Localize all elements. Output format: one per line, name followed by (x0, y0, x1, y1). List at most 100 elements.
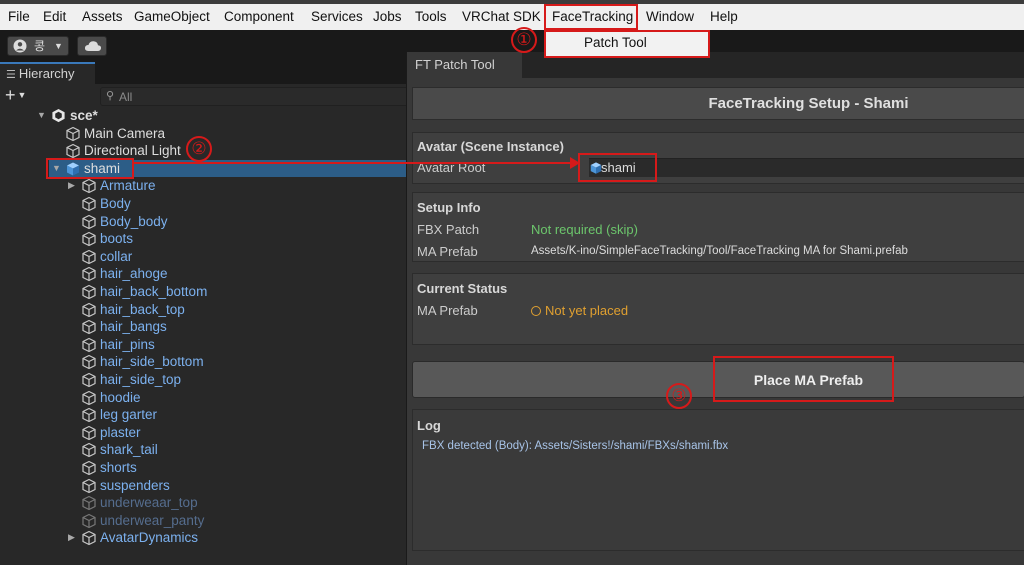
fbx-patch-value: Not required (skip) (531, 222, 638, 237)
list-item-label: leg garter (100, 407, 158, 423)
list-item[interactable]: ▶ Armature (0, 177, 410, 195)
list-item[interactable]: hair_pins (0, 336, 410, 354)
list-item[interactable]: hair_back_bottom (0, 283, 410, 301)
step-badge-2: ② (186, 136, 212, 162)
gameobject-icon (81, 478, 97, 494)
list-item-label: Armature (100, 178, 156, 194)
step-badge-1: ① (511, 27, 537, 53)
list-item-label: Body (100, 196, 131, 211)
add-object-button[interactable]: + ▼ (5, 86, 35, 106)
gameobject-icon (65, 126, 81, 142)
list-item[interactable]: hair_side_bottom (0, 353, 410, 371)
fbx-patch-label: FBX Patch (417, 222, 480, 237)
chevron-down-icon: ▼ (17, 90, 27, 100)
highlight-avatar-root-field (578, 153, 657, 182)
gameobject-icon (81, 442, 97, 458)
gameobject-icon (81, 178, 97, 194)
menu-jobs[interactable]: Jobs (373, 4, 402, 30)
list-item-label: hair_ahoge (100, 266, 168, 282)
gameobject-icon (81, 196, 97, 212)
gameobject-icon (81, 425, 97, 441)
list-item[interactable]: underwear_panty (0, 512, 410, 530)
list-item[interactable]: collar (0, 248, 410, 266)
list-item[interactable]: suspenders (0, 477, 410, 495)
list-item[interactable]: hair_ahoge (0, 265, 410, 283)
cloud-icon (84, 41, 102, 51)
menu-services[interactable]: Services (311, 4, 363, 30)
hierarchy-search-row: + ▼ ⚲ (0, 84, 410, 108)
list-item[interactable]: Body (0, 195, 410, 213)
menu-vrchat-sdk[interactable]: VRChat SDK (462, 4, 541, 30)
gameobject-icon (81, 372, 97, 388)
list-item[interactable]: hair_bangs (0, 318, 410, 336)
list-item-label: plaster (100, 424, 141, 440)
menu-window[interactable]: Window (646, 4, 694, 30)
gameobject-icon (81, 266, 97, 282)
list-item-label: hair_pins (100, 336, 155, 352)
menu-item-patch-tool[interactable]: Patch Tool (584, 35, 647, 50)
gameobject-icon (65, 143, 81, 159)
pending-circle-icon (531, 306, 541, 316)
facetracking-dropdown: Patch Tool (544, 30, 710, 58)
gameobject-icon (81, 319, 97, 335)
menu-gameobject[interactable]: GameObject (134, 4, 210, 30)
gameobject-icon (81, 302, 97, 318)
scene-row[interactable]: ▼ sce* (0, 107, 410, 125)
menu-assets[interactable]: Assets (82, 4, 123, 30)
list-item[interactable]: ▶ AvatarDynamics (0, 529, 410, 547)
collapse-arrow-icon: ▶ (68, 532, 75, 543)
setup-info-group: Setup Info FBX Patch Not required (skip)… (412, 192, 1024, 262)
gameobject-icon (81, 460, 97, 476)
hierarchy-tabbar: ☰ Hierarchy (0, 62, 410, 84)
gameobject-icon (81, 354, 97, 370)
list-item[interactable]: shark_tail (0, 441, 410, 459)
gameobject-icon (81, 214, 97, 230)
list-item-label: collar (100, 248, 133, 264)
menu-file[interactable]: File (8, 4, 30, 30)
list-item-label: hair_bangs (100, 319, 167, 335)
step-badge-3: ③ (666, 383, 692, 409)
account-icon (13, 39, 27, 53)
list-item[interactable]: Body_body (0, 213, 410, 231)
gameobject-icon (81, 337, 97, 353)
gameobject-icon (81, 513, 97, 529)
list-item-label: hair_side_bottom (100, 354, 204, 370)
list-item[interactable]: hair_side_top (0, 371, 410, 389)
ma-prefab-path: Assets/K-ino/SimpleFaceTracking/Tool/Fac… (531, 245, 908, 257)
gameobject-icon (81, 249, 97, 265)
list-item-label: shark_tail (100, 442, 158, 458)
expand-arrow-icon: ▼ (37, 110, 46, 120)
list-item[interactable]: hoodie (0, 389, 410, 407)
hierarchy-search-input[interactable] (119, 88, 399, 105)
list-item[interactable]: hair_back_top (0, 301, 410, 319)
status-value: Not yet placed (545, 303, 629, 318)
list-item[interactable]: underweaar_top (0, 494, 410, 512)
cloud-button[interactable] (77, 36, 107, 56)
list-item-label: boots (100, 231, 134, 247)
list-item[interactable]: shorts (0, 459, 410, 477)
account-button[interactable]: 콩 ▼ (7, 36, 69, 56)
list-item[interactable]: leg garter (0, 406, 410, 424)
list-item-label: hair_back_top (100, 301, 185, 317)
ft-tabbar: FT Patch Tool (407, 52, 1024, 78)
menu-tools[interactable]: Tools (415, 4, 447, 30)
menu-help[interactable]: Help (710, 4, 738, 30)
list-item-label: hair_back_bottom (100, 284, 208, 299)
list-item-label: shorts (100, 460, 137, 475)
list-item[interactable]: plaster (0, 424, 410, 442)
list-item[interactable]: boots (0, 230, 410, 248)
current-status-title: Current Status (417, 281, 508, 296)
gameobject-icon (81, 390, 97, 406)
tab-hierarchy[interactable]: ☰ Hierarchy (0, 62, 95, 84)
arrow-head (570, 157, 580, 169)
list-item-label: Body_body (100, 213, 168, 229)
tab-ft-patch-tool[interactable]: FT Patch Tool (407, 52, 522, 78)
menu-edit[interactable]: Edit (43, 4, 66, 30)
list-item-label: underwear_panty (100, 512, 205, 528)
scene-name: sce* (70, 108, 98, 123)
setup-header: FaceTracking Setup - Shami (412, 87, 1024, 120)
menu-component[interactable]: Component (224, 4, 294, 30)
chevron-down-icon: ▼ (54, 41, 63, 51)
search-icon: ⚲ (106, 90, 115, 102)
setup-info-title: Setup Info (417, 200, 481, 215)
